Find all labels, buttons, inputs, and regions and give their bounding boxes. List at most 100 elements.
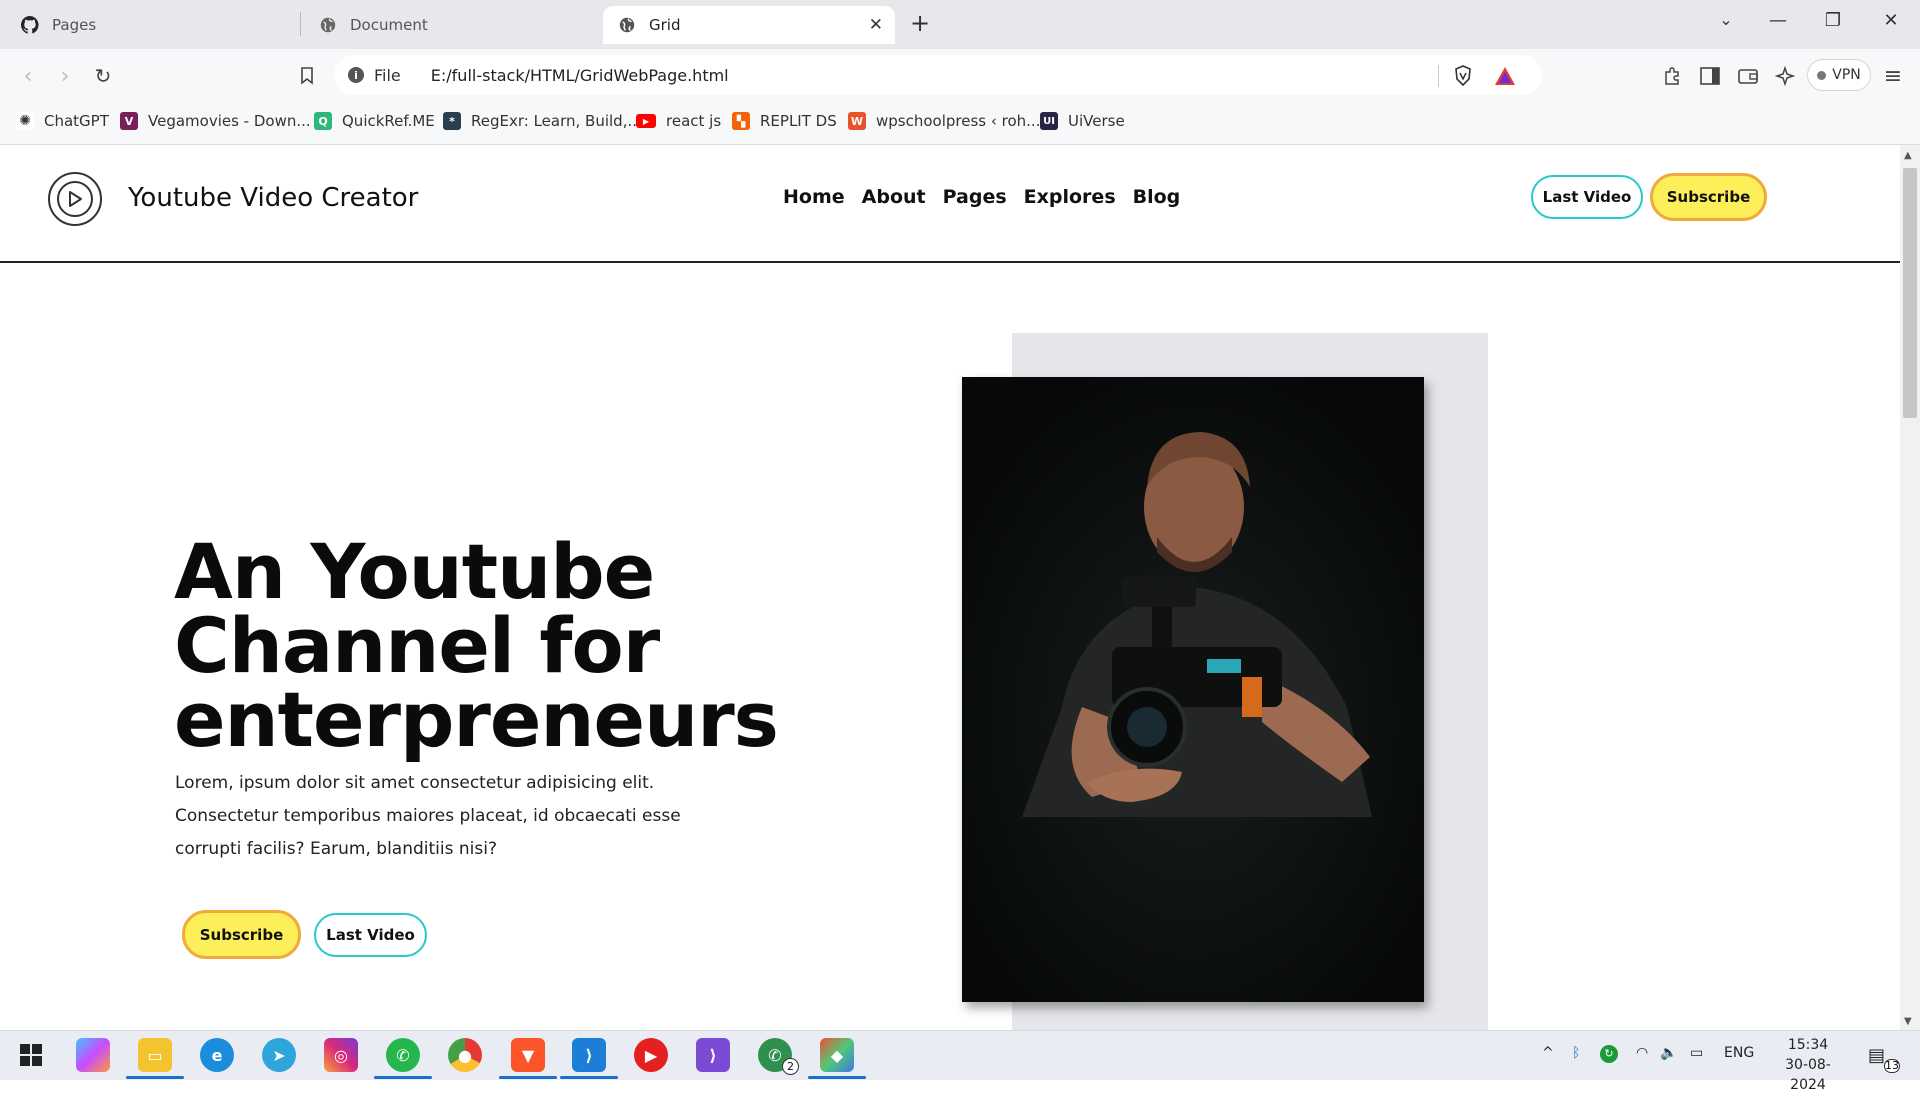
whatsapp-badge: 2	[782, 1058, 799, 1075]
quickref-icon: Q	[314, 112, 332, 130]
bookmark-label: RegExr: Learn, Build,...	[471, 112, 642, 130]
bookmark-quickref[interactable]: Q QuickRef.ME	[314, 110, 435, 132]
vscode-icon[interactable]: ⟩	[572, 1038, 606, 1072]
nav-explores[interactable]: Explores	[1024, 186, 1116, 208]
bookmark-replit-ds[interactable]: ▚ REPLIT DS	[732, 110, 837, 132]
telegram-icon[interactable]: ➤	[262, 1038, 296, 1072]
leo-ai-icon[interactable]	[1773, 64, 1797, 88]
bluetooth-icon[interactable]: ᛒ	[1572, 1045, 1580, 1061]
copilot-icon[interactable]	[76, 1038, 110, 1072]
bookmark-icon[interactable]	[293, 62, 321, 90]
nav-blog[interactable]: Blog	[1133, 186, 1181, 208]
menu-icon[interactable]: ≡	[1881, 64, 1905, 89]
reload-button[interactable]: ↻	[89, 62, 117, 90]
notifications-icon[interactable]: ▤	[1868, 1045, 1885, 1066]
bookmark-label: ChatGPT	[44, 112, 109, 130]
sync-status-icon[interactable]: ↻	[1600, 1045, 1618, 1063]
bookmark-chatgpt[interactable]: ✺ ChatGPT	[16, 110, 109, 132]
language-indicator[interactable]: ENG	[1724, 1045, 1754, 1061]
close-tab-icon[interactable]: ✕	[869, 15, 883, 35]
bookmark-label: wpschoolpress ‹ roh...	[876, 112, 1041, 130]
extensions-icon[interactable]	[1660, 64, 1684, 88]
back-button[interactable]: ‹	[14, 62, 42, 90]
scrollbar-thumb[interactable]	[1903, 168, 1917, 418]
file-explorer-icon[interactable]: ▭	[138, 1038, 172, 1072]
info-icon[interactable]: i	[348, 67, 364, 83]
vpn-button[interactable]: VPN	[1807, 59, 1871, 91]
url-text[interactable]: E:/full-stack/HTML/GridWebPage.html	[431, 66, 729, 85]
github-icon	[20, 15, 40, 35]
clock-date: 30-08-2024	[1785, 1057, 1831, 1093]
play-logo-icon[interactable]	[48, 172, 102, 226]
sidebar-icon[interactable]	[1698, 64, 1722, 88]
replit-icon: ▚	[732, 112, 750, 130]
visual-studio-icon[interactable]: ⟩	[696, 1038, 730, 1072]
new-tab-button[interactable]: +	[910, 9, 930, 37]
bookmark-react-js[interactable]: ▶ react js	[636, 110, 721, 132]
nav-about[interactable]: About	[862, 186, 926, 208]
uiverse-icon: UI	[1040, 112, 1058, 130]
bookmark-uiverse[interactable]: UI UiVerse	[1040, 110, 1125, 132]
bookmark-label: react js	[666, 112, 722, 130]
volume-icon[interactable]: 🔈	[1660, 1045, 1677, 1061]
forward-button[interactable]: ›	[51, 62, 79, 90]
tab-strip: Pages Document Grid ✕ + ⌄ — ❐ ✕	[0, 0, 1920, 49]
header-last-video-button[interactable]: Last Video	[1531, 175, 1643, 219]
brand-name[interactable]: Youtube Video Creator	[128, 183, 418, 213]
scroll-up-icon[interactable]: ▲	[1904, 150, 1912, 161]
scroll-down-icon[interactable]: ▼	[1904, 1016, 1912, 1027]
site-header: Youtube Video Creator Home About Pages E…	[0, 145, 1900, 263]
start-icon[interactable]	[14, 1038, 48, 1072]
chrome-icon[interactable]: ●	[448, 1038, 482, 1072]
vpn-status-icon	[1817, 70, 1827, 80]
address-bar[interactable]: i File E:/full-stack/HTML/GridWebPage.ht…	[334, 55, 1542, 95]
regexr-icon: *	[443, 112, 461, 130]
whatsapp-icon[interactable]: ✆	[386, 1038, 420, 1072]
minimize-button[interactable]: —	[1763, 10, 1793, 31]
edge-icon[interactable]: e	[200, 1038, 234, 1072]
close-window-button[interactable]: ✕	[1876, 10, 1906, 31]
tab-pages[interactable]: Pages	[14, 6, 294, 44]
brave-icon[interactable]: ▼	[511, 1038, 545, 1072]
omnibox-divider	[1438, 65, 1439, 87]
hero-description: Lorem, ipsum dolor sit amet consectetur …	[175, 773, 681, 859]
web-page: Youtube Video Creator Home About Pages E…	[0, 145, 1900, 1030]
bookmark-label: UiVerse	[1068, 112, 1125, 130]
active-indicator	[808, 1076, 866, 1079]
tab-grid[interactable]: Grid ✕	[603, 6, 895, 44]
vegamovies-icon: V	[120, 112, 138, 130]
tab-document[interactable]: Document	[310, 6, 590, 44]
bookmark-regexr[interactable]: * RegExr: Learn, Build,...	[443, 110, 642, 132]
battery-icon[interactable]: ▭	[1690, 1045, 1703, 1061]
tab-title: Grid	[649, 16, 681, 34]
notification-count: 13	[1884, 1059, 1900, 1073]
chevron-up-icon[interactable]: ^	[1542, 1045, 1554, 1061]
youtube-music-icon[interactable]: ▶	[634, 1038, 668, 1072]
tab-divider	[300, 12, 301, 36]
hero-subscribe-button[interactable]: Subscribe	[182, 910, 301, 959]
instagram-icon[interactable]: ◎	[324, 1038, 358, 1072]
brave-shields-icon[interactable]	[1451, 64, 1475, 88]
active-indicator	[374, 1076, 432, 1079]
bookmark-vegamovies[interactable]: V Vegamovies - Down...	[120, 110, 311, 132]
bookmark-wpschoolpress[interactable]: W wpschoolpress ‹ roh...	[848, 110, 1040, 132]
hero-last-video-button[interactable]: Last Video	[314, 913, 427, 957]
globe-icon	[318, 15, 338, 35]
wifi-icon[interactable]: ◠	[1636, 1045, 1648, 1061]
git-icon[interactable]: ◆	[820, 1038, 854, 1072]
main-nav: Home About Pages Explores Blog	[783, 186, 1180, 208]
wpschool-icon: W	[848, 112, 866, 130]
hero-title: An Youtube Channel for enterpreneurs	[174, 527, 779, 764]
brave-rewards-icon[interactable]	[1493, 64, 1517, 88]
tab-search-chevron-icon[interactable]: ⌄	[1711, 10, 1741, 29]
system-clock[interactable]: 15:34 30-08-2024	[1768, 1035, 1848, 1095]
openai-icon: ✺	[16, 112, 34, 130]
restore-button[interactable]: ❐	[1818, 10, 1848, 31]
header-subscribe-button[interactable]: Subscribe	[1650, 173, 1767, 221]
wallet-icon[interactable]	[1736, 64, 1760, 88]
nav-pages[interactable]: Pages	[943, 186, 1007, 208]
bookmark-label: Vegamovies - Down...	[148, 112, 311, 130]
globe-icon	[617, 15, 637, 35]
nav-home[interactable]: Home	[783, 186, 845, 208]
videographer-photo	[962, 377, 1424, 1002]
